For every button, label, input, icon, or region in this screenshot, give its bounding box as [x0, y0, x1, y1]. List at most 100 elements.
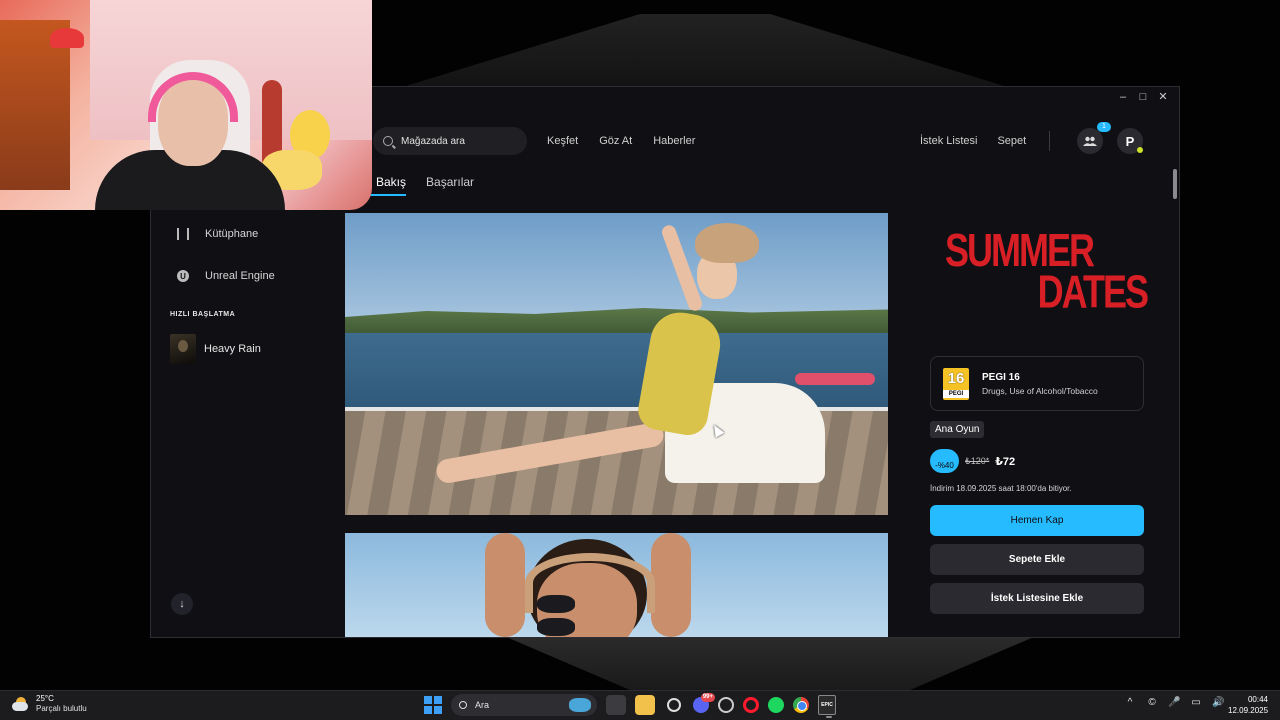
sale-price: ₺72	[995, 455, 1016, 468]
screenshot2-arm-right	[651, 533, 691, 637]
nav-divider	[1049, 131, 1050, 151]
quick-launch-label: Heavy Rain	[204, 343, 261, 355]
nav-wishlist[interactable]: İstek Listesi	[920, 135, 977, 147]
background-floor	[490, 630, 1050, 690]
active-app-indicator	[826, 716, 832, 718]
rating-text: PEGI 16 Drugs, Use of Alcohol/Tobacco	[982, 372, 1098, 396]
microphone-icon[interactable]: 🎤	[1168, 697, 1180, 708]
task-view-icon[interactable]	[606, 695, 626, 715]
store-search-input[interactable]: Mağazada ara	[373, 127, 527, 155]
library-icon	[177, 228, 189, 240]
edition-badge: Ana Oyun	[930, 421, 985, 438]
online-status-dot	[1137, 147, 1143, 153]
minimize-button[interactable]: –	[1113, 89, 1133, 105]
background-ceiling	[380, 14, 1030, 94]
downloads-button[interactable]: ↓	[171, 593, 193, 615]
sale-end-notice: İndirim 18.09.2025 saat 18:00'da bitiyor…	[930, 484, 1072, 493]
top-nav-right: İstek Listesi Sepet	[920, 135, 1026, 147]
pegi-badge-text: PEGI	[943, 389, 969, 398]
show-hidden-icons-icon[interactable]: ^	[1124, 697, 1136, 708]
game-subtabs: l Bakış Başarılar	[370, 175, 474, 196]
webcam-overlay	[0, 0, 372, 210]
search-icon	[459, 701, 467, 709]
add-to-cart-button[interactable]: Sepete Ekle	[930, 544, 1144, 575]
friends-count-badge: 1	[1097, 122, 1111, 132]
discord-notification-badge: 99+	[700, 693, 715, 702]
nav-discover[interactable]: Keşfet	[547, 135, 578, 147]
add-to-wishlist-button[interactable]: İstek Listesine Ekle	[930, 583, 1144, 614]
sidebar: Kütüphane U Unreal Engine HIZLI BAŞLATMA…	[151, 213, 341, 639]
spotify-icon[interactable]	[768, 697, 784, 713]
search-placeholder: Mağazada ara	[401, 135, 465, 147]
discount-badge: -%40	[930, 449, 959, 473]
sidebar-item-unreal-engine[interactable]: U Unreal Engine	[151, 255, 341, 297]
game-screenshot-main[interactable]	[345, 213, 888, 515]
chrome-icon[interactable]	[793, 697, 809, 713]
download-icon: ↓	[179, 598, 185, 610]
scrollbar-thumb[interactable]	[1173, 169, 1177, 199]
game-screenshot-second[interactable]	[345, 533, 888, 637]
taskbar-clock[interactable]: 00:44 12.09.2025	[1228, 694, 1268, 716]
epic-games-icon[interactable]: EPIC	[818, 695, 836, 718]
webcam-lamp	[50, 28, 84, 48]
tab-overview[interactable]: l Bakış	[370, 175, 407, 196]
nav-browse[interactable]: Göz At	[599, 135, 632, 147]
screenshot-figure-hat	[695, 223, 759, 263]
close-button[interactable]: ✕	[1153, 89, 1173, 105]
quick-launch-heavy-rain[interactable]: Heavy Rain	[151, 334, 341, 364]
steam-icon[interactable]	[667, 698, 681, 712]
opera-gx-icon[interactable]	[743, 697, 759, 713]
game-logo-line2: DATES	[1037, 264, 1149, 318]
clock-date: 12.09.2025	[1228, 706, 1269, 715]
search-highlight-icon	[569, 698, 591, 712]
search-icon	[383, 136, 393, 146]
original-price: ₺120*	[965, 455, 990, 466]
volume-icon[interactable]: 🔊	[1212, 697, 1224, 708]
sidebar-item-library[interactable]: Kütüphane	[151, 213, 341, 255]
screenshot2-sunglasses	[537, 595, 637, 636]
top-nav: Keşfet Göz At Haberler	[547, 135, 695, 147]
window-controls: – □ ✕	[1113, 89, 1173, 105]
copilot-icon[interactable]: ©	[1146, 697, 1158, 708]
weather-widget[interactable]: 25°C Parçalı bulutlu	[12, 694, 87, 713]
epic-games-label: EPIC	[821, 702, 833, 708]
get-now-button[interactable]: Hemen Kap	[930, 505, 1144, 536]
discord-icon[interactable]: 99+	[693, 693, 715, 713]
taskbar-search[interactable]: Ara	[451, 694, 597, 716]
windows-taskbar: 25°C Parçalı bulutlu Ara 99+ EPIC ^ © 🎤 …	[0, 690, 1280, 720]
screenshot-sky	[345, 213, 888, 323]
friends-button[interactable]	[1077, 128, 1103, 154]
start-button[interactable]	[424, 696, 442, 714]
dota-icon[interactable]	[718, 697, 734, 713]
window-scrollbar[interactable]	[1172, 109, 1178, 637]
system-tray: ^ © 🎤 ▭ 🔊	[1124, 697, 1225, 708]
partly-cloudy-icon	[12, 696, 30, 712]
friends-icon	[1083, 136, 1097, 146]
nav-news[interactable]: Haberler	[653, 135, 695, 147]
taskbar-apps: Ara 99+ EPIC	[424, 693, 836, 718]
rating-descriptors: Drugs, Use of Alcohol/Tobacco	[982, 385, 1098, 396]
weather-temperature: 25°C	[36, 694, 54, 703]
nav-cart[interactable]: Sepet	[997, 135, 1026, 147]
tab-achievements[interactable]: Başarılar	[426, 175, 474, 196]
unreal-engine-icon: U	[177, 270, 189, 282]
sidebar-item-label: Unreal Engine	[205, 270, 275, 282]
heavy-rain-thumbnail	[170, 334, 196, 364]
weather-description: Parçalı bulutlu	[36, 704, 87, 713]
price-row: -%40 ₺120* ₺72	[930, 449, 1015, 473]
age-rating-card: 16 PEGI PEGI 16 Drugs, Use of Alcohol/To…	[930, 356, 1144, 411]
screenshot2-arm-left	[485, 533, 525, 637]
maximize-button[interactable]: □	[1133, 89, 1153, 105]
taskbar-search-label: Ara	[475, 700, 490, 710]
file-explorer-icon[interactable]	[635, 695, 655, 715]
game-logo: SUMMER DATES	[931, 226, 1161, 318]
quick-launch-header: HIZLI BAŞLATMA	[170, 311, 236, 318]
screenshot-boat	[795, 373, 875, 385]
pegi-16-icon: 16 PEGI	[943, 367, 969, 400]
sidebar-item-label: Kütüphane	[205, 228, 259, 240]
network-icon[interactable]: ▭	[1190, 697, 1202, 708]
weather-text: 25°C Parçalı bulutlu	[36, 694, 87, 713]
rating-title: PEGI 16	[982, 371, 1020, 383]
clock-time: 00:44	[1247, 695, 1268, 704]
pegi-badge-number: 16	[947, 369, 965, 387]
